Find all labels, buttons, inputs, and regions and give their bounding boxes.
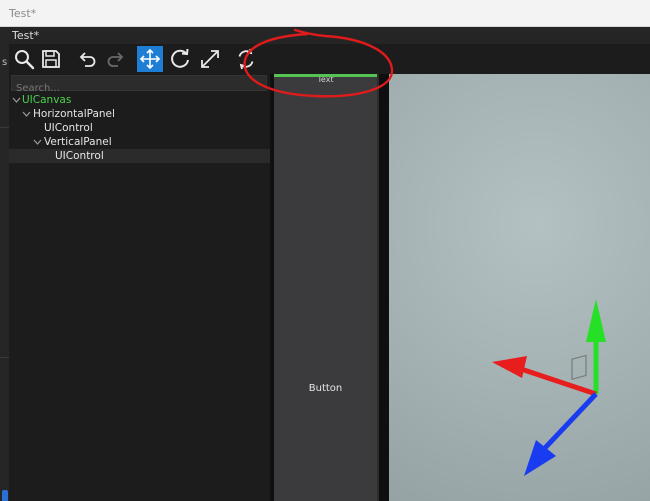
edge-divider	[0, 357, 9, 358]
window-titlebar: Test*	[0, 0, 650, 27]
tree-item-label: VerticalPanel	[44, 136, 112, 148]
search-icon	[15, 50, 35, 70]
scene-hierarchy-panel: UICanvas HorizontalPanel UIControl Verti…	[9, 74, 270, 501]
redo-icon	[107, 52, 124, 67]
vertical-panel-edge	[377, 74, 379, 501]
redo-button[interactable]	[103, 46, 129, 72]
left-edge-strip: s	[0, 27, 9, 501]
chevron-down-icon[interactable]	[11, 93, 21, 107]
gizmo-x-arrow[interactable]	[492, 356, 527, 378]
gizmo-x-axis[interactable]	[511, 363, 597, 397]
app-window: Test* s Test* Search... UICanvas Horizon…	[0, 0, 650, 501]
button-preview-label: Button	[308, 383, 343, 394]
gizmo-plane-handle[interactable]	[571, 354, 587, 380]
clipped-element-label: Text	[317, 77, 334, 83]
transform-space-button[interactable]	[233, 46, 259, 72]
rotate-icon	[171, 48, 189, 68]
tree-item-label: UIControl	[44, 122, 93, 134]
scale-tool-button[interactable]	[197, 46, 223, 72]
undo-icon	[79, 52, 96, 67]
tree-item-uicanvas[interactable]: UICanvas	[9, 93, 270, 107]
move-tool-button[interactable]	[137, 46, 163, 72]
gizmo-z-axis[interactable]	[542, 392, 598, 451]
scene-viewport[interactable]: Text Button	[272, 74, 650, 501]
gizmo-y-arrow[interactable]	[586, 299, 606, 342]
tree-item-verticalpanel[interactable]: VerticalPanel	[9, 135, 270, 149]
save-icon	[42, 50, 60, 68]
gizmo-z-arrow[interactable]	[524, 440, 556, 476]
search-button[interactable]	[11, 46, 37, 72]
editor-tab[interactable]: Test*	[9, 27, 650, 44]
move-icon	[139, 48, 161, 70]
save-button[interactable]	[38, 46, 64, 72]
tree-item-uicontrol-selected[interactable]: UIControl	[9, 149, 270, 163]
editor-toolbar	[9, 44, 650, 74]
hierarchy-search	[11, 75, 267, 96]
tree-item-uicontrol[interactable]: UIControl	[9, 121, 270, 135]
window-title: Test*	[9, 7, 37, 20]
chevron-down-icon[interactable]	[21, 107, 31, 121]
prefab-editor: Test* Search... UICanvas HorizontalPanel…	[9, 27, 650, 501]
tree-item-label: UIControl	[55, 150, 104, 162]
chevron-down-icon[interactable]	[32, 135, 42, 149]
tree-item-label: HorizontalPanel	[33, 108, 115, 120]
transform-gizmo[interactable]	[472, 294, 612, 501]
rotate-arrows-icon	[238, 48, 254, 70]
scale-icon	[201, 50, 219, 68]
tree-item-horizontalpanel[interactable]: HorizontalPanel	[9, 107, 270, 121]
edge-tab-indicator[interactable]	[2, 490, 8, 501]
rotate-tool-button[interactable]	[167, 46, 193, 72]
editor-tab-title: Test*	[12, 29, 40, 42]
edge-divider	[0, 127, 9, 128]
vertical-panel-preview[interactable]	[274, 74, 377, 501]
edge-letter: s	[2, 57, 8, 68]
undo-button[interactable]	[74, 46, 100, 72]
tree-item-label: UICanvas	[22, 94, 72, 106]
